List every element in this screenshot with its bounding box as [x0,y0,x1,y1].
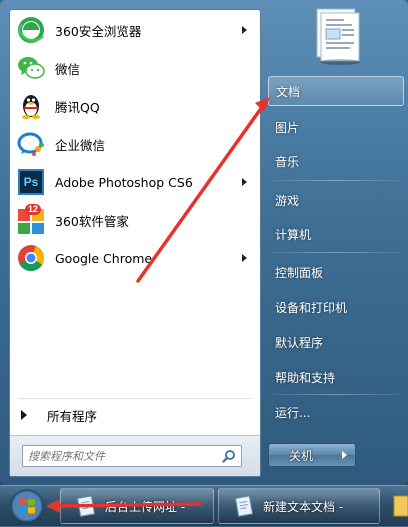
divider [268,394,404,395]
photoshop-badge: Ps [18,169,44,195]
taskbar-button-label: 新建文本文档 - [263,499,344,514]
right-item-label: 控制面板 [275,265,324,280]
search-area [10,435,260,476]
program-item-qq[interactable]: 腾讯QQ [13,88,257,124]
right-item-label: 帮助和支持 [275,370,336,385]
program-item-wecom[interactable]: 企业微信 [13,126,257,162]
taskbar-button-label: 后台上传网址 - [105,499,186,514]
right-item-control-panel[interactable]: 控制面板 [268,257,404,287]
right-item-help-support[interactable]: 帮助和支持 [268,362,404,392]
submenu-arrow-icon[interactable] [242,178,247,186]
shutdown-label: 关机 [288,448,313,463]
notepad-icon [234,495,254,517]
all-programs-label: 所有程序 [47,408,98,424]
chevron-right-icon [341,451,347,459]
folder-icon[interactable] [390,490,408,520]
search-icon[interactable] [220,447,238,465]
right-item-label: 音乐 [275,154,300,169]
program-label: Adobe Photoshop CS6 [55,174,193,190]
taskbar-button-2[interactable]: 新建文本文档 - [218,488,380,524]
shutdown-options-button[interactable] [333,443,356,467]
submenu-arrow-icon[interactable] [242,26,247,34]
document-picture-icon [311,5,365,65]
program-label: 企业微信 [55,137,106,153]
right-item-documents[interactable]: 文档 [268,76,404,106]
program-label: 360软件管家 [55,213,129,229]
360-browser-icon [15,14,47,46]
shutdown-button[interactable]: 关机 [268,443,334,467]
programs-panel: 360安全浏览器 微信 腾讯QQ 企业微信 Ps Adobe Photoshop… [9,9,261,477]
right-item-label: 设备和打印机 [275,300,348,315]
expand-arrow-icon [21,410,27,420]
360-software-manager-icon: 12 [15,204,47,236]
photoshop-icon: Ps [15,166,47,198]
chrome-icon [15,242,47,274]
right-item-devices-printers[interactable]: 设备和打印机 [268,292,404,322]
right-item-games[interactable]: 游戏 [268,185,404,215]
divider [268,252,404,253]
divider [18,398,252,399]
wechat-icon [15,52,47,84]
program-item-wechat[interactable]: 微信 [13,50,257,86]
right-item-label: 计算机 [275,227,312,242]
search-input[interactable] [23,448,220,464]
start-button[interactable] [8,488,46,524]
qq-penguin-icon [15,90,47,122]
right-item-label: 默认程序 [275,335,324,350]
program-item-360-browser[interactable]: 360安全浏览器 [13,12,257,48]
right-item-default-programs[interactable]: 默认程序 [268,327,404,357]
right-item-computer[interactable]: 计算机 [268,219,404,249]
program-label: 360安全浏览器 [55,23,142,39]
notepad-icon [76,495,96,517]
all-programs-button[interactable]: 所有程序 [13,401,257,429]
taskbar-button-1[interactable]: 后台上传网址 - [60,488,214,524]
windows-logo-icon [10,489,44,523]
right-item-run[interactable]: 运行... [268,397,404,427]
right-item-label: 图片 [275,120,300,135]
program-item-photoshop[interactable]: Ps Adobe Photoshop CS6 [13,164,257,200]
right-item-label: 文档 [276,84,301,99]
notification-badge: 12 [25,204,42,215]
divider [268,180,404,181]
program-label: 微信 [55,61,81,77]
program-item-chrome[interactable]: Google Chrome [13,240,257,276]
right-item-music[interactable]: 音乐 [268,146,404,176]
submenu-arrow-icon[interactable] [242,254,247,262]
program-label: Google Chrome [55,250,153,266]
right-item-label: 游戏 [275,193,300,208]
program-item-360-software-manager[interactable]: 12 360软件管家 [13,202,257,238]
right-item-pictures[interactable]: 图片 [268,112,404,142]
wecom-icon [15,128,47,160]
right-item-label: 运行... [275,405,311,420]
program-label: 腾讯QQ [55,99,100,115]
search-box[interactable] [22,445,242,467]
